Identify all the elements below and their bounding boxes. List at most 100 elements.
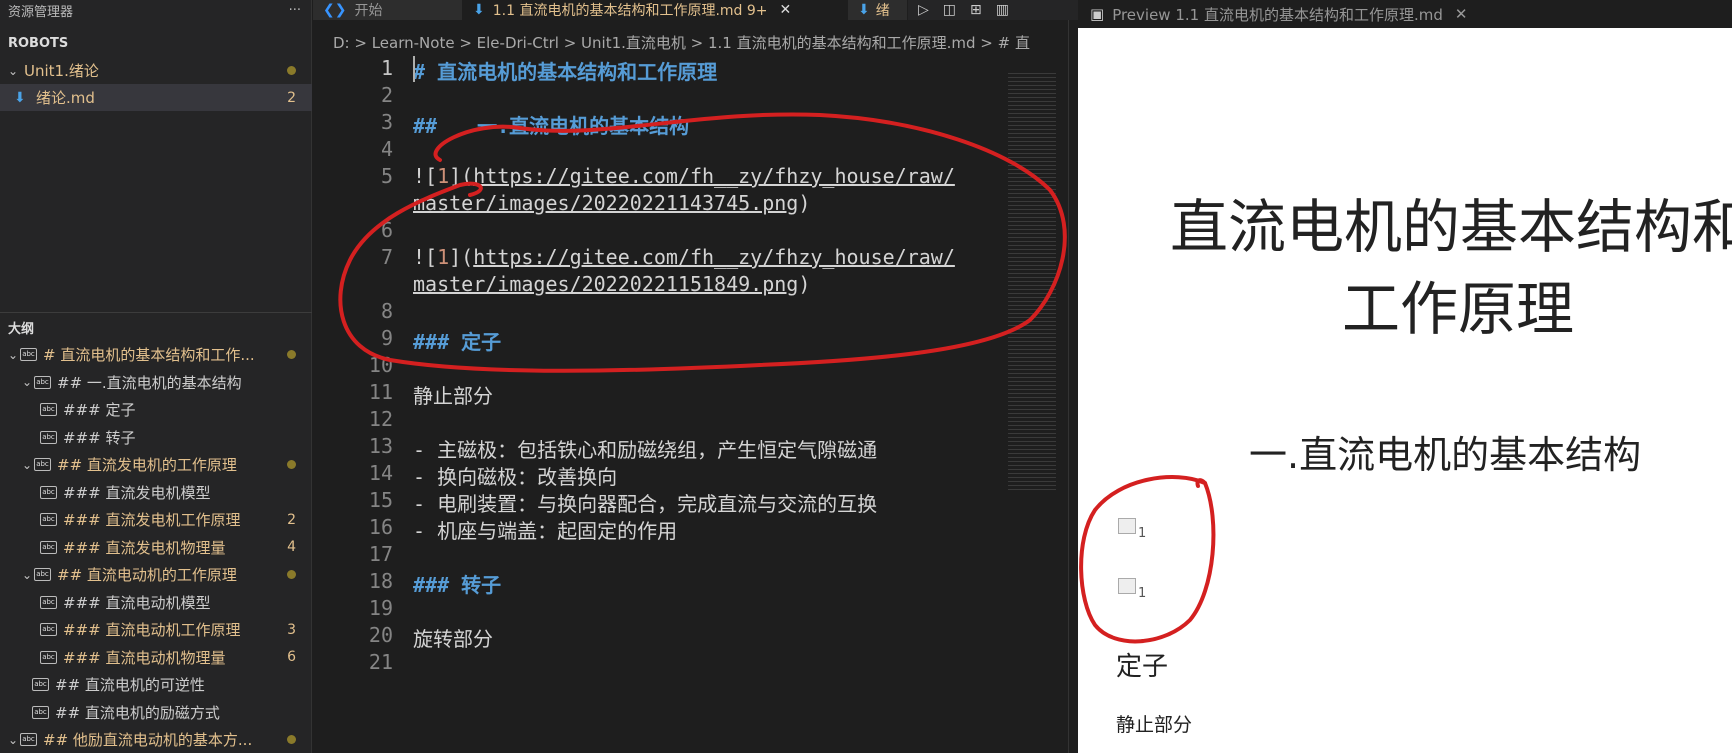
preview-icon: ▣ <box>1090 5 1105 23</box>
line-number: 19 <box>368 596 393 620</box>
workspace-header[interactable]: ROBOTS <box>0 30 312 57</box>
chevron-down-icon[interactable]: ⌄ <box>20 458 34 472</box>
string-symbol-icon: abc <box>40 623 57 636</box>
line-number: 1 <box>380 56 393 80</box>
code-line-5-wrap: master/images/20220221143745.png) <box>413 191 811 215</box>
code-line-5: ![1](https://gitee.com/fh__zy/fhzy_house… <box>413 164 955 188</box>
string-symbol-icon: abc <box>40 430 57 444</box>
more-actions-icon[interactable]: ··· <box>289 3 301 18</box>
string-symbol-icon: abc <box>34 375 51 389</box>
tab-preview-label: Preview 1.1 直流电机的基本结构和工作原理.md <box>1112 5 1443 24</box>
outline-item[interactable]: abc ### 直流发电机工作原理 2 <box>0 506 312 533</box>
close-icon[interactable]: ✕ <box>1455 5 1468 23</box>
outline-item[interactable]: ⌄ abc ## 一.直流电机的基本结构 <box>0 369 312 396</box>
outline-item[interactable]: abc ### 转子 <box>0 424 312 451</box>
markdown-file-icon: ⬇ <box>473 2 485 18</box>
compare-icon[interactable]: ⊞ <box>970 2 982 18</box>
outline-item[interactable]: abc ### 直流发电机物理量 4 <box>0 534 312 561</box>
chevron-down-icon[interactable]: ⌄ <box>20 375 34 389</box>
explorer-header: 资源管理器 ··· <box>0 0 311 20</box>
outline-item-label: ## 直流发电机的工作原理 <box>57 456 237 474</box>
code-line-15: - 电刷装置：与换向器配合，完成直流与交流的互换 <box>413 492 878 516</box>
outline-item-label: ### 定子 <box>63 401 136 419</box>
outline-item[interactable]: abc ### 直流电动机物理量 6 <box>0 644 312 671</box>
line-number: 21 <box>368 650 393 674</box>
outline-header[interactable]: 大纲 <box>0 314 312 341</box>
line-number: 7 <box>380 245 393 269</box>
preview-h3: 定子 <box>1116 652 1169 682</box>
outline-item[interactable]: ⌄ abc ## 他励直流电动机的基本方... <box>0 726 312 753</box>
outline-item[interactable]: ⌄ abc # 直流电机的基本结构和工作... <box>0 341 312 368</box>
open-preview-icon[interactable]: ◫ <box>943 2 956 18</box>
chevron-down-icon[interactable]: ⌄ <box>20 568 34 582</box>
outline-divider <box>0 312 312 313</box>
tab-active-label: 1.1 直流电机的基本结构和工作原理.md 9+ <box>492 3 768 19</box>
markdown-file-icon: ⬇ <box>14 89 26 106</box>
outline-item[interactable]: ⌄ abc ## 直流电动机的工作原理 <box>0 561 312 588</box>
vertical-scrollbar[interactable] <box>1068 20 1078 753</box>
line-number: 5 <box>380 164 393 188</box>
folder-unit1[interactable]: ⌄ Unit1.绪论 <box>0 57 312 84</box>
outline-item-label: ## 直流电机的可逆性 <box>55 676 205 694</box>
line-number: 11 <box>368 380 393 404</box>
modified-dot-icon <box>287 350 296 359</box>
breadcrumb[interactable]: D: > Learn-Note > Ele-Dri-Ctrl > Unit1.直… <box>333 32 1030 53</box>
close-icon[interactable]: ✕ <box>780 2 792 18</box>
text-cursor <box>413 56 415 82</box>
line-number: 12 <box>368 407 393 431</box>
minimap[interactable] <box>1008 70 1056 490</box>
tab-intro[interactable]: ⬇ 绪 <box>848 0 908 20</box>
chevron-down-icon: ⌄ <box>7 63 19 78</box>
line-number: 9 <box>380 326 393 350</box>
tab-intro-label: 绪 <box>875 3 890 19</box>
outline-item[interactable]: abc ## 直流电机的励磁方式 <box>0 699 312 726</box>
file-label: 绪论.md <box>36 89 95 107</box>
tab-active-file[interactable]: ⬇ 1.1 直流电机的基本结构和工作原理.md 9+ ✕ <box>463 0 848 20</box>
line-number: 4 <box>380 137 393 161</box>
run-icon[interactable]: ▷ <box>918 2 929 18</box>
modified-dot-icon <box>287 66 296 75</box>
tab-preview[interactable]: ▣ Preview 1.1 直流电机的基本结构和工作原理.md ✕ <box>1078 0 1732 28</box>
broken-image-icon <box>1118 518 1136 534</box>
line-number: 20 <box>368 623 393 647</box>
outline-item[interactable]: ⌄ abc ## 直流发电机的工作原理 <box>0 451 312 478</box>
workspace-label: ROBOTS <box>8 36 69 51</box>
preview-paragraph: 静止部分 <box>1116 714 1193 736</box>
string-symbol-icon: abc <box>40 513 57 526</box>
string-symbol-icon: abc <box>40 403 57 416</box>
outline-item[interactable]: abc ## 直流电机的可逆性 <box>0 671 312 698</box>
outline-item[interactable]: abc ### 直流发电机模型 <box>0 479 312 506</box>
chevron-down-icon[interactable]: ⌄ <box>6 733 20 747</box>
code-line-7: ![1](https://gitee.com/fh__zy/fhzy_house… <box>413 245 955 269</box>
chevron-down-icon[interactable]: ⌄ <box>6 348 20 362</box>
explorer-title: 资源管理器 <box>8 4 74 20</box>
outline-item[interactable]: abc ### 直流电动机模型 <box>0 589 312 616</box>
line-number: 10 <box>368 353 393 377</box>
preview-title-line2: 工作原理 <box>1342 275 1575 343</box>
outline-item-label: # 直流电机的基本结构和工作... <box>43 346 255 364</box>
vscode-logo-icon: ❮❯ <box>323 2 347 18</box>
problem-count: 2 <box>287 511 296 528</box>
problem-count: 4 <box>287 539 296 555</box>
tab-start-label: 开始 <box>354 3 383 19</box>
file-item-intro[interactable]: ⬇ 绪论.md 2 <box>0 84 312 111</box>
modified-dot-icon <box>287 460 296 469</box>
string-symbol-icon: abc <box>20 348 37 361</box>
string-symbol-icon: abc <box>32 705 49 719</box>
outline-item-label: ## 一.直流电机的基本结构 <box>57 373 242 392</box>
string-symbol-icon: abc <box>40 650 57 664</box>
editor-actions: ▷ ◫ ⊞ ▥ <box>908 0 1009 20</box>
outline-item-label: ### 转子 <box>63 428 136 447</box>
line-number: 3 <box>380 110 393 134</box>
outline-item-label: ### 直流发电机模型 <box>63 483 211 502</box>
line-number: 17 <box>368 542 393 566</box>
outline-item[interactable]: abc ### 直流电动机工作原理 3 <box>0 616 312 643</box>
code-line-14: - 换向磁极：改善换向 <box>413 465 618 489</box>
split-editor-icon[interactable]: ▥ <box>996 2 1009 18</box>
line-number: 15 <box>368 488 393 512</box>
outline-item-label: ### 直流发电机物理量 <box>63 538 226 557</box>
outline-item-label: ### 直流电动机模型 <box>63 593 211 612</box>
code-line-13: - 主磁极：包括铁心和励磁绕组，产生恒定气隙磁通 <box>413 438 878 462</box>
outline-item[interactable]: abc ### 定子 <box>0 396 312 423</box>
tab-start[interactable]: ❮❯ 开始 <box>313 0 463 20</box>
